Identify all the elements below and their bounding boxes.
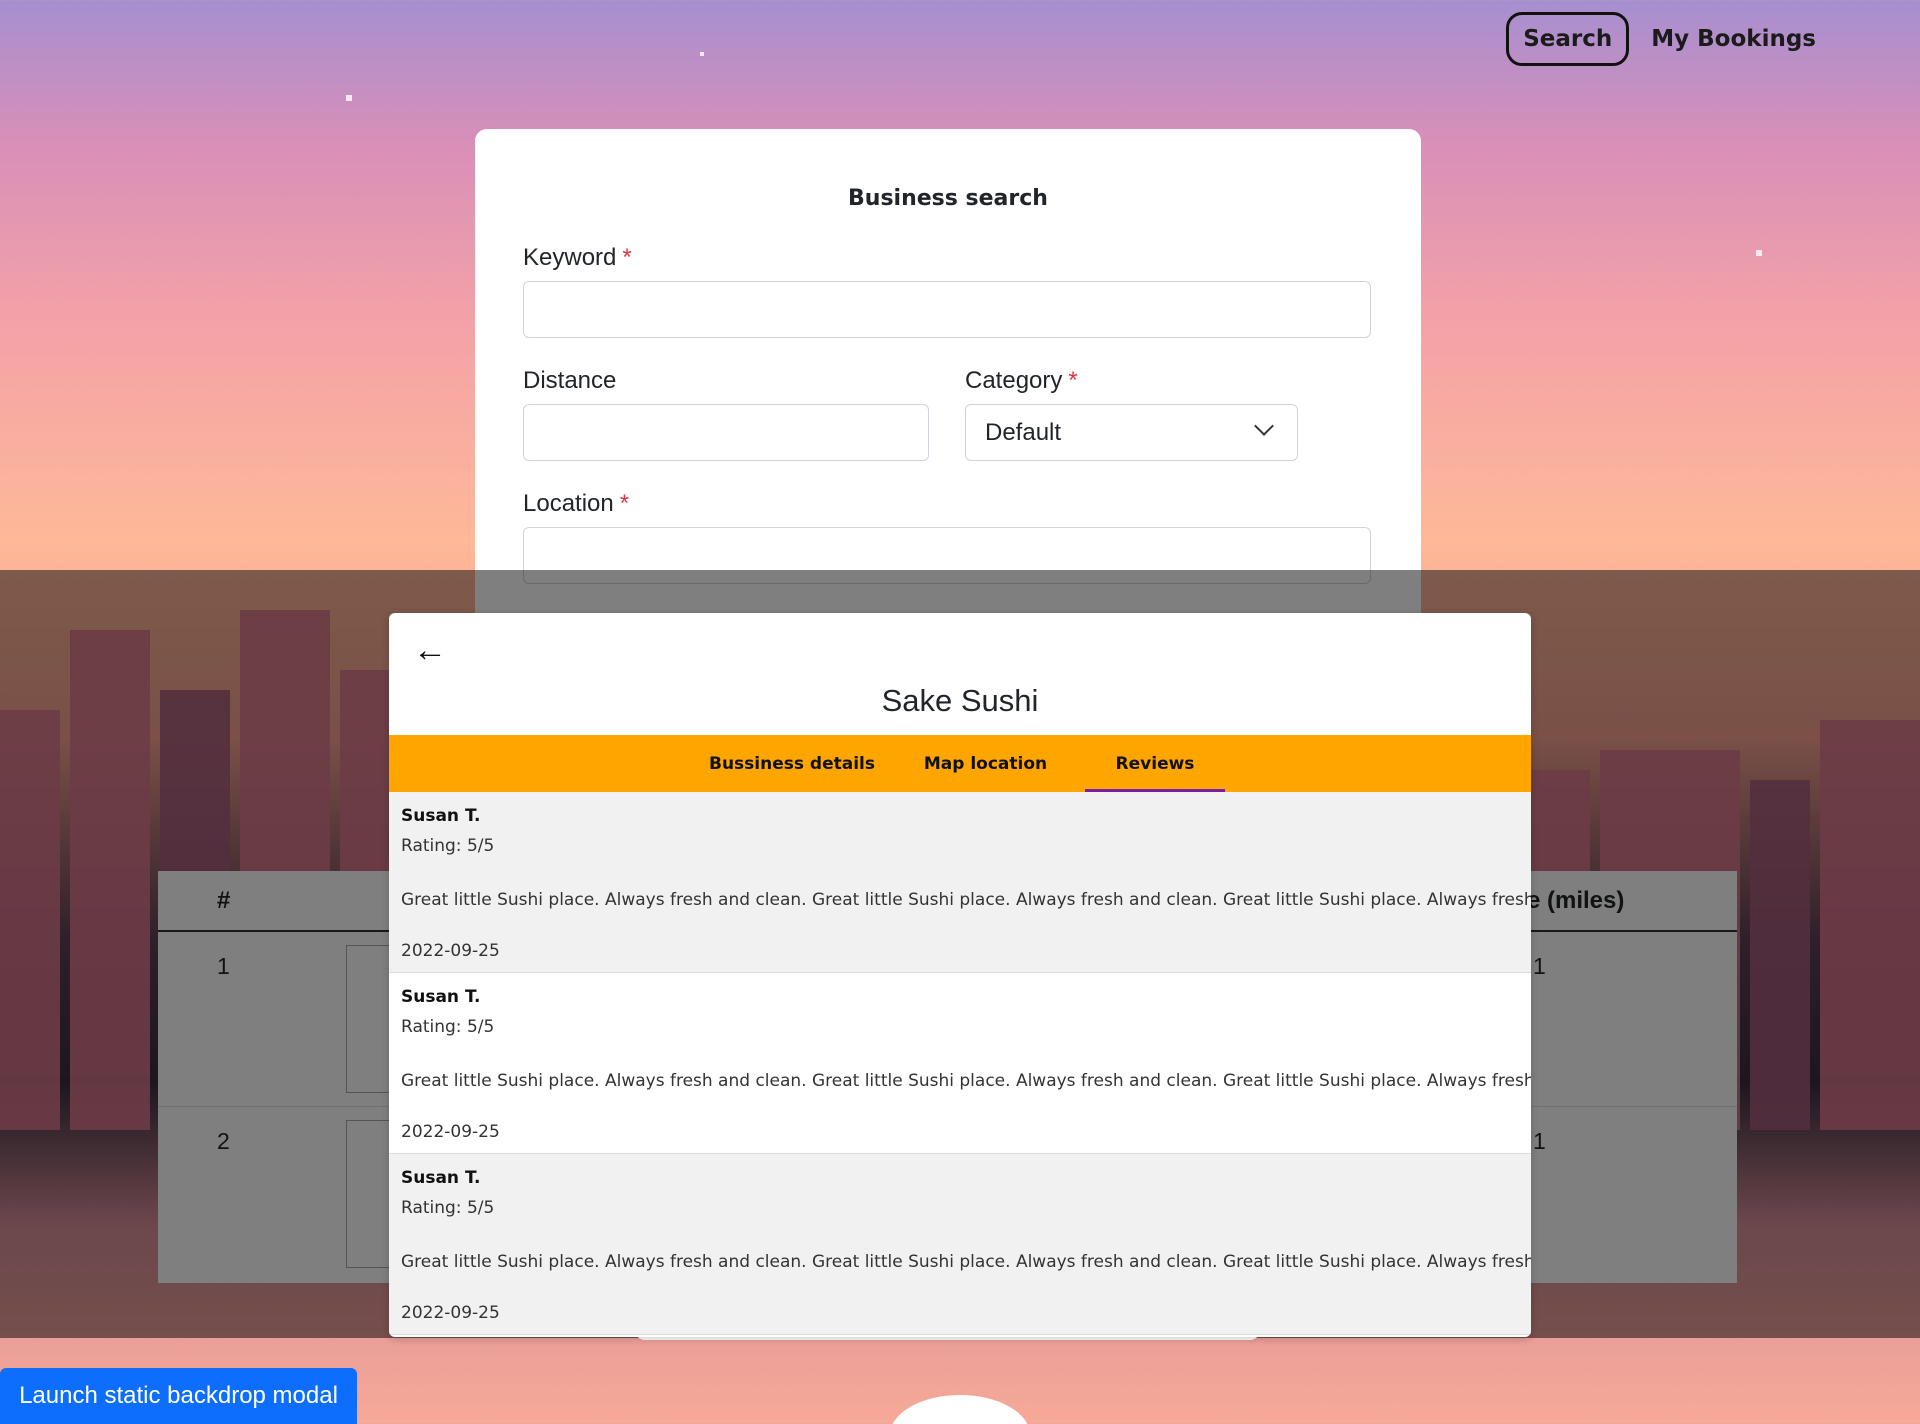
category-select-value: Default: [985, 418, 1062, 446]
tab-reviews[interactable]: Reviews: [1085, 735, 1225, 792]
modal-tabs: Bussiness details Map location Reviews: [389, 735, 1531, 792]
star-decoration: [700, 52, 704, 56]
review-date: 2022-09-25: [401, 1303, 500, 1323]
distance-input[interactable]: [523, 404, 929, 461]
category-select[interactable]: Default: [965, 404, 1298, 461]
review-text: Great little Sushi place. Always fresh a…: [401, 1071, 1531, 1091]
keyword-label-text: Keyword: [523, 244, 617, 271]
review-author: Susan T.: [401, 806, 481, 826]
review-rating: Rating: 5/5: [401, 836, 495, 856]
keyword-input[interactable]: [523, 281, 1371, 338]
keyword-label: Keyword *: [523, 244, 632, 272]
chevron-down-icon: [1254, 416, 1274, 436]
tab-business-details[interactable]: Bussiness details: [701, 735, 883, 792]
form-title: Business search: [848, 186, 1048, 211]
review-date: 2022-09-25: [401, 1122, 500, 1142]
tab-map-location[interactable]: Map location: [893, 735, 1078, 792]
modal-title: Sake Sushi: [881, 683, 1039, 718]
location-label-text: Location: [523, 490, 614, 517]
review-item: Susan T. Rating: 5/5 Great little Sushi …: [389, 1154, 1531, 1335]
review-text: Great little Sushi place. Always fresh a…: [401, 1252, 1531, 1272]
star-decoration: [346, 95, 352, 101]
review-author: Susan T.: [401, 987, 481, 1007]
required-mark: *: [619, 490, 630, 517]
nav-bookings-link[interactable]: My Bookings: [1637, 12, 1830, 66]
review-rating: Rating: 5/5: [401, 1017, 495, 1037]
sun-decoration: [890, 1395, 1030, 1424]
back-arrow-icon[interactable]: ←: [413, 633, 447, 667]
star-decoration: [1756, 250, 1762, 256]
review-author: Susan T.: [401, 1168, 481, 1188]
review-item: Susan T. Rating: 5/5 Great little Sushi …: [389, 973, 1531, 1154]
category-label: Category *: [965, 367, 1078, 395]
nav-search-link[interactable]: Search: [1506, 12, 1630, 66]
review-item: Susan T. Rating: 5/5 Great little Sushi …: [389, 792, 1531, 973]
required-mark: *: [1068, 367, 1078, 394]
location-label: Location *: [523, 490, 629, 518]
reviews-list: Susan T. Rating: 5/5 Great little Sushi …: [389, 792, 1531, 1335]
top-nav: Search My Bookings: [1506, 12, 1830, 66]
business-detail-modal: ← Sake Sushi Bussiness details Map locat…: [389, 613, 1531, 1337]
review-rating: Rating: 5/5: [401, 1198, 495, 1218]
required-mark: *: [622, 244, 632, 271]
distance-label: Distance: [523, 367, 617, 394]
review-text: Great little Sushi place. Always fresh a…: [401, 890, 1531, 910]
category-label-text: Category: [965, 367, 1063, 394]
review-date: 2022-09-25: [401, 941, 500, 961]
launch-modal-button[interactable]: Launch static backdrop modal: [0, 1368, 357, 1424]
